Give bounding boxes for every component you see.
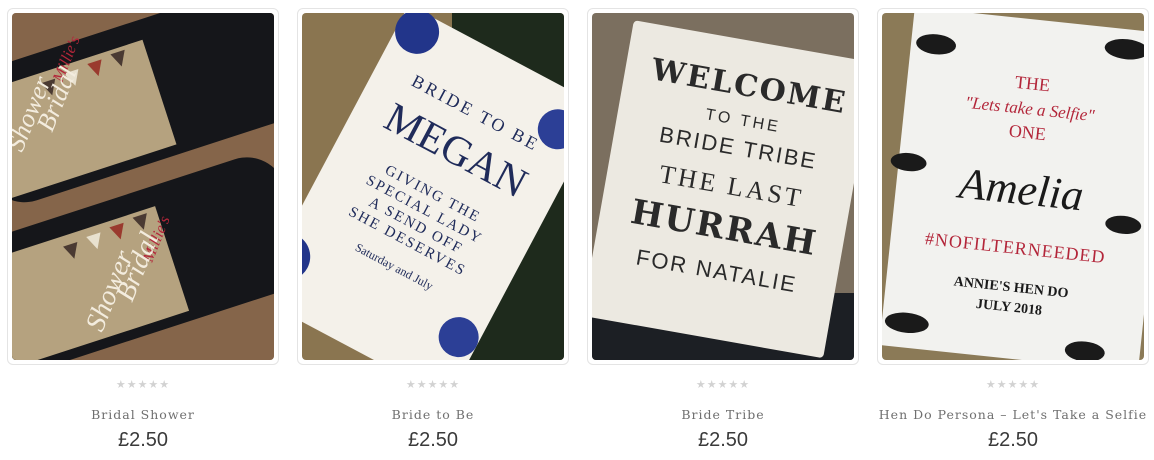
product-price: £2.50 [117,429,169,451]
product-title-link[interactable]: Bride to Be [297,407,569,422]
product-title-link[interactable]: Bridal Shower [7,407,279,422]
product-price: £2.50 [407,429,459,451]
product-price: £2.50 [697,429,749,451]
product-image: WELCOME TO THE BRIDE TRIBE THE LAST HURR… [592,13,854,360]
product-image-link[interactable]: BRIDE TO BE MEGAN GIVING THE SPECIAL LAD… [297,8,569,365]
product-image: BRIDE TO BE MEGAN GIVING THE SPECIAL LAD… [302,13,564,360]
product-image-link[interactable]: Millie's Bridal Shower Millie's Bridal S… [7,8,279,365]
product-price: £2.50 [987,429,1039,451]
product-image: THE "Lets take a Selfie" ONE Amelia #NOF… [882,13,1144,360]
product-image-link[interactable]: THE "Lets take a Selfie" ONE Amelia #NOF… [877,8,1149,365]
rating-stars: ★★★★★ [695,378,751,391]
product-title-link[interactable]: Bride Tribe [587,407,859,422]
product-card: WELCOME TO THE BRIDE TRIBE THE LAST HURR… [587,8,859,458]
product-card: Millie's Bridal Shower Millie's Bridal S… [7,8,279,458]
product-title-link[interactable]: Hen Do Persona – Let's Take a Selfie [877,407,1149,422]
product-grid: Millie's Bridal Shower Millie's Bridal S… [0,0,1154,460]
rating-stars: ★★★★★ [405,378,461,391]
label-text: THE [1014,72,1051,96]
product-image: Millie's Bridal Shower Millie's Bridal S… [12,13,274,360]
product-image-link[interactable]: WELCOME TO THE BRIDE TRIBE THE LAST HURR… [587,8,859,365]
rating-stars: ★★★★★ [985,378,1041,391]
rating-stars: ★★★★★ [115,378,171,391]
label-text: ONE [1008,120,1047,144]
product-card: THE "Lets take a Selfie" ONE Amelia #NOF… [877,8,1149,458]
product-card: BRIDE TO BE MEGAN GIVING THE SPECIAL LAD… [297,8,569,458]
